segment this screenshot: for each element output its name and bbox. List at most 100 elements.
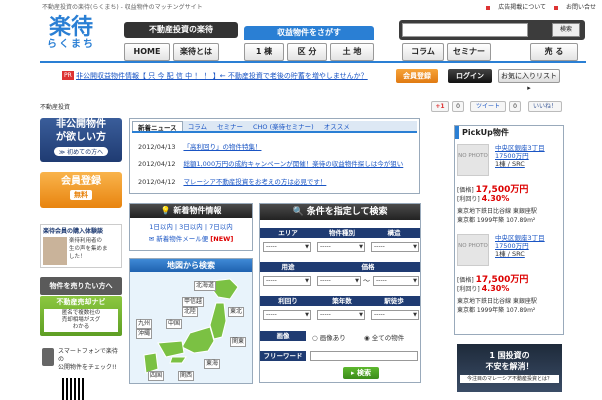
search-button[interactable]: 検索 xyxy=(552,23,580,37)
like-button[interactable]: いいね！ xyxy=(528,101,562,112)
smartphone-banner[interactable]: スマートフォンで楽待の 公開物件をチェック!! xyxy=(40,348,122,371)
area-select[interactable]: ----- xyxy=(263,242,311,252)
pickup-title: PickUp物件 xyxy=(455,126,563,139)
news-item: 2012/04/12 マレーシア不動産投資をお考えの方は必見です！ xyxy=(138,178,327,186)
sell-navi-banner[interactable]: 不動産売却ナビ 匿名で複数社の 売却相場がスグ わかる xyxy=(40,296,122,336)
tab-recommend[interactable]: オススメ xyxy=(319,121,355,131)
region-hokuriku[interactable]: 北陸 xyxy=(182,307,199,317)
ad-title: 1 国投資の 不安を解消！ xyxy=(485,351,534,371)
tab-seminar[interactable]: セミナー xyxy=(212,121,248,131)
condition-search-button[interactable]: ▸ 検索 xyxy=(343,367,379,379)
region-shikoku[interactable]: 四国 xyxy=(148,371,165,381)
nav-seminar[interactable]: セミナー xyxy=(447,43,491,61)
region-hokkaido[interactable]: 北海道 xyxy=(194,281,217,291)
top-links: 広告掲載について お問い合せ xyxy=(480,2,596,11)
nav-unit[interactable]: 区 分 xyxy=(287,43,327,61)
pickup-rate: 4.30% xyxy=(481,194,510,203)
region-okinawa[interactable]: 沖縄 xyxy=(136,329,153,339)
no-photo: NO PHOTO xyxy=(457,234,489,266)
freeword-input[interactable] xyxy=(310,351,418,361)
pickup-panel: PickUp物件 NO PHOTO 中央区銀座3丁目 17500万円 1棟 / SR… xyxy=(454,125,564,335)
sell-label[interactable]: 物件を売りたい方へ xyxy=(40,277,122,295)
nav-whole-building[interactable]: 1 棟 xyxy=(244,43,284,61)
contact-link[interactable]: お問い合せ xyxy=(553,4,596,11)
member-photo xyxy=(43,237,67,265)
region-tohoku[interactable]: 東北 xyxy=(228,307,245,317)
nav-about[interactable]: 楽待とは xyxy=(173,43,219,61)
image-label: 画像 xyxy=(260,331,306,341)
gplus-button[interactable]: +1 xyxy=(431,101,449,112)
pr-link[interactable]: 非公開収益物件情報【 只 今 配 信 中 ！ ！ 】← 不動産投資で老後の貯蓄を… xyxy=(76,71,368,81)
region-chugoku[interactable]: 中国 xyxy=(166,319,183,329)
smartphone-icon xyxy=(42,348,54,366)
cond-row2-header: 用途 価格 xyxy=(260,262,420,272)
news-link[interactable]: 「高利回り」の物件特集！ xyxy=(183,143,261,151)
header-divider xyxy=(40,61,586,63)
hidden-props-banner[interactable]: 非公開物件 が欲しい方 ≫ 初めての方へ xyxy=(40,118,122,162)
news-panel: 新着ニュース コラム セミナー CHO (楽待セミナー) オススメ 2012/0… xyxy=(129,118,420,194)
ad-sub: 今注目のマレーシア不動産投資とは？ xyxy=(460,375,559,383)
price-min-select[interactable]: ----- xyxy=(317,276,361,286)
new-props-links[interactable]: 1日以内 | 3日以内 | 7日以内 xyxy=(130,221,252,231)
region-koshinetsu[interactable]: 甲信越 xyxy=(182,297,205,307)
yield-select[interactable]: ----- xyxy=(263,310,311,320)
condition-title: 🔍 条件を指定して検索 xyxy=(260,204,420,220)
nav-home[interactable]: HOME xyxy=(124,43,170,61)
malaysia-ad-banner[interactable]: 1 国投資の 不安を解消！ 今注目のマレーシア不動産投資とは？ xyxy=(457,344,562,392)
tab-news[interactable]: 新着ニュース xyxy=(132,121,183,132)
site-logo[interactable]: 楽待 らくまち xyxy=(40,15,102,59)
cond-row3-header: 利回り 築年数 駅徒歩 xyxy=(260,296,420,306)
news-link[interactable]: 総額1,000万円の成約キャンペーンが開催！楽待の収益物件探しは今が狙い xyxy=(183,160,403,168)
tweet-button[interactable]: ツイート xyxy=(470,101,506,112)
use-select[interactable]: ----- xyxy=(263,276,311,286)
tab-cho[interactable]: CHO (楽待セミナー) xyxy=(248,121,319,131)
pickup-name[interactable]: 中央区銀座3丁目 17500万円 1棟 / SRC xyxy=(495,234,545,258)
gplus-count: 0 xyxy=(452,101,464,112)
breadcrumb[interactable]: 不動産投資 xyxy=(40,102,70,111)
login-button[interactable]: ログイン xyxy=(448,69,492,83)
nav-sell[interactable]: 売 る xyxy=(530,43,578,61)
freeword-label: フリーワード xyxy=(260,351,306,361)
price-max-select[interactable]: ----- xyxy=(373,276,419,286)
register-banner-free: 無料 xyxy=(70,190,92,200)
pickup-station: 東京地下鉄日比谷線 東銀座駅 xyxy=(457,298,537,305)
tab-column[interactable]: コラム xyxy=(183,121,212,131)
tweet-count: 0 xyxy=(509,101,521,112)
region-kyushu[interactable]: 九州 xyxy=(136,319,153,329)
favorites-button[interactable]: お気に入りリスト ▸ xyxy=(498,69,560,92)
logo-sub: らくまち xyxy=(47,39,95,50)
region-kanto[interactable]: 関東 xyxy=(230,337,247,347)
age-select[interactable]: ----- xyxy=(317,310,365,320)
member-voice-text: 楽待利用者の 生の声を集めま した！ xyxy=(69,238,108,260)
news-link[interactable]: マレーシア不動産投資をお考えの方は必見です！ xyxy=(183,178,326,186)
region-tokai[interactable]: 東海 xyxy=(204,359,221,369)
cond-row1-header: エリア 物件種別 構造 xyxy=(260,228,420,238)
pickup-location: 東京都 1999年築 107.89m² xyxy=(457,307,536,314)
pickup-item[interactable]: NO PHOTO 中央区銀座3丁目 17500万円 1棟 / SRC [価格] 17… xyxy=(457,144,561,244)
structure-select[interactable]: ----- xyxy=(371,242,419,252)
image-option-with[interactable]: ○ 画像あり xyxy=(312,332,346,342)
region-kansai[interactable]: 関西 xyxy=(178,371,195,381)
register-button[interactable]: 会員登録 xyxy=(396,69,438,83)
ad-link[interactable]: 広告掲載について xyxy=(486,4,546,11)
realestate-pill: 不動産投資の楽待 xyxy=(124,22,238,38)
pickup-item[interactable]: NO PHOTO 中央区銀座3丁目 17500万円 1棟 / SRC [価格] 17… xyxy=(457,234,561,334)
nav-column[interactable]: コラム xyxy=(402,43,444,61)
pr-badge: PR xyxy=(62,71,74,80)
no-photo: NO PHOTO xyxy=(457,144,489,176)
member-voice-box[interactable]: 楽待会員の購入体験談 楽待利用者の 生の声を集めま した！ xyxy=(40,224,122,268)
type-select[interactable]: ----- xyxy=(317,242,365,252)
price-tilde: 〜 xyxy=(363,277,370,285)
nav-land[interactable]: 土 地 xyxy=(330,43,374,61)
new-props-mail[interactable]: ✉ 新着物件メール便 [NEW] xyxy=(130,233,252,243)
register-banner[interactable]: 会員登録 無料 xyxy=(40,172,122,208)
image-option-all[interactable]: ◉ 全ての物件 xyxy=(364,332,404,342)
japan-map[interactable] xyxy=(138,277,246,381)
map-search-panel: 地図から検索 北海道 甲信越 北陸 中国 九州 沖縄 東北 関東 東海 関西 四… xyxy=(129,258,253,384)
walk-select[interactable]: ----- xyxy=(371,310,419,320)
map-title: 地図から検索 xyxy=(130,259,252,272)
pickup-name[interactable]: 中央区銀座3丁目 17500万円 1棟 / SRC xyxy=(495,144,545,168)
member-voice-title: 楽待会員の購入体験談 xyxy=(43,228,104,235)
search-input[interactable] xyxy=(402,23,528,37)
beginners-link[interactable]: ≫ 初めての方へ xyxy=(53,147,109,156)
